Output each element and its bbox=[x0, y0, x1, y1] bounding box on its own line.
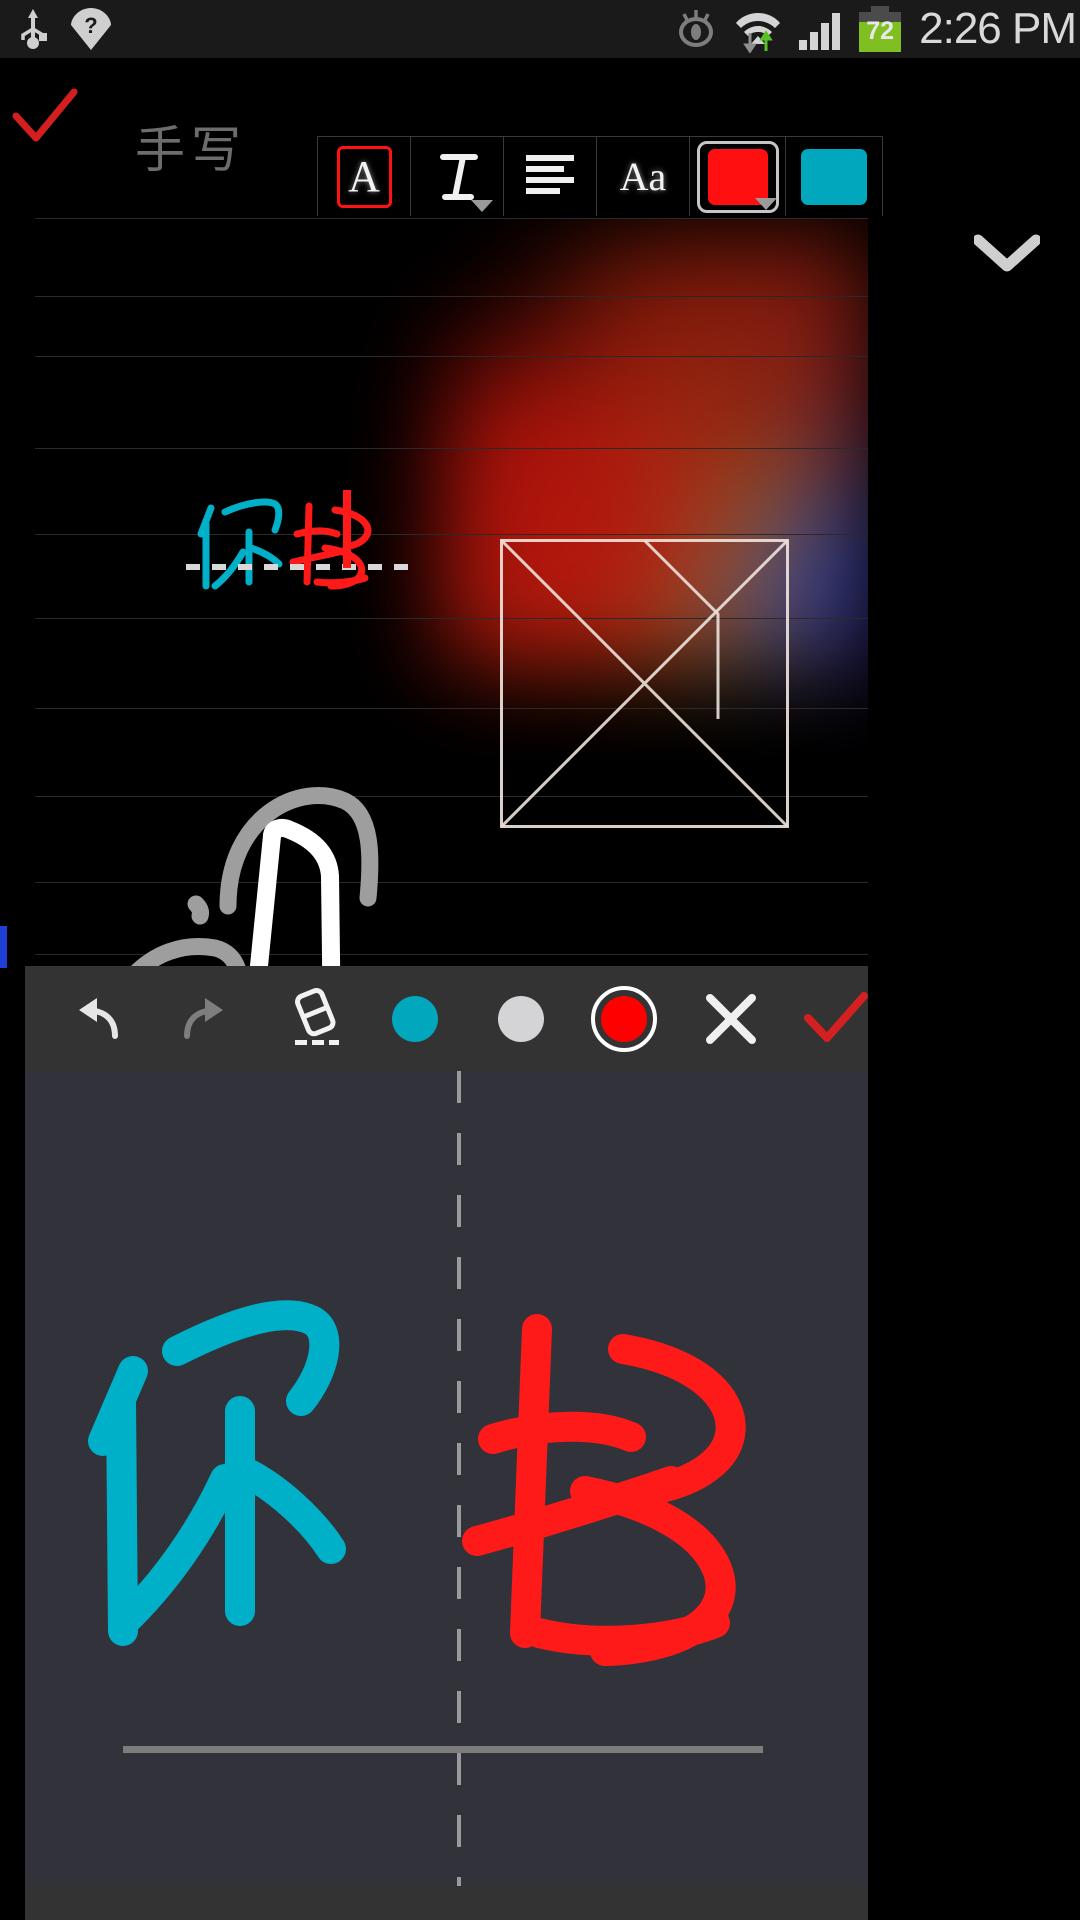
svg-text:?: ? bbox=[84, 13, 97, 38]
handwriting-canvas[interactable] bbox=[25, 1071, 868, 1886]
eye-icon bbox=[679, 10, 714, 47]
wifi-data-icon bbox=[736, 13, 781, 53]
redo-icon bbox=[183, 997, 223, 1039]
color-dot-icon bbox=[600, 995, 647, 1042]
font-size-label: Aa bbox=[619, 153, 667, 199]
color-dot-icon bbox=[391, 995, 438, 1042]
eraser-button[interactable] bbox=[263, 966, 368, 1071]
align-button[interactable] bbox=[504, 137, 597, 216]
note-page[interactable] bbox=[0, 218, 868, 968]
text-tool-group: A Aa bbox=[317, 136, 883, 216]
text-format-button[interactable] bbox=[411, 137, 504, 216]
selected-color-ring bbox=[590, 985, 657, 1052]
handwriting-baseline bbox=[123, 1746, 763, 1753]
page-left-marker bbox=[0, 926, 7, 968]
bottom-bar bbox=[25, 1886, 868, 1920]
color-dot-icon bbox=[497, 995, 544, 1042]
battery-icon: 72 bbox=[859, 6, 902, 52]
text-color-swatch bbox=[707, 148, 768, 205]
selected-outline bbox=[337, 146, 392, 208]
font-size-button[interactable]: Aa bbox=[597, 137, 690, 216]
status-bar[interactable]: ? 72 2:26 PM bbox=[0, 0, 1080, 58]
handwriting-toolbar bbox=[25, 966, 868, 1071]
highlight-color-swatch bbox=[801, 148, 867, 205]
battery-percent: 72 bbox=[866, 17, 895, 45]
toolbar-confirm-check-icon[interactable] bbox=[10, 82, 80, 152]
close-icon bbox=[705, 993, 756, 1044]
chevron-down-icon[interactable] bbox=[755, 198, 777, 210]
chevron-down-icon[interactable] bbox=[974, 234, 1040, 272]
chevron-down-icon[interactable] bbox=[471, 200, 493, 212]
undo-button[interactable] bbox=[43, 966, 148, 1071]
app-toolbar: 手写 A Aa bbox=[0, 58, 1080, 272]
handwriting-strokes bbox=[88, 1300, 746, 1666]
stroke-char-ni bbox=[88, 1300, 346, 1646]
handwriting-panel bbox=[25, 966, 868, 1886]
undo-icon bbox=[78, 997, 118, 1039]
clock: 2:26 PM bbox=[919, 4, 1077, 53]
cancel-button[interactable] bbox=[678, 966, 783, 1071]
confirm-button[interactable] bbox=[783, 966, 888, 1071]
color-cyan-button[interactable] bbox=[362, 966, 467, 1071]
text-color-button[interactable] bbox=[690, 137, 786, 216]
stroke-char-hao bbox=[462, 1314, 746, 1666]
italic-t-icon bbox=[440, 153, 478, 200]
color-white-button[interactable] bbox=[468, 966, 573, 1071]
page-title: 手写 bbox=[135, 121, 247, 179]
font-style-button[interactable]: A bbox=[318, 137, 411, 216]
align-lines-icon bbox=[526, 154, 574, 194]
signal-bars-icon bbox=[799, 13, 841, 50]
redo-button[interactable] bbox=[153, 966, 258, 1071]
status-bar-left-icons: ? bbox=[0, 6, 112, 52]
status-bar-right-icons: 72 2:26 PM bbox=[673, 5, 1080, 53]
hand-drawing-overlay bbox=[129, 787, 379, 968]
wifi-unknown-icon: ? bbox=[71, 8, 111, 50]
check-icon bbox=[803, 991, 868, 1042]
usb-icon bbox=[21, 9, 47, 49]
highlight-color-button[interactable] bbox=[786, 137, 882, 216]
eraser-icon bbox=[294, 987, 339, 1045]
color-red-button[interactable] bbox=[571, 966, 676, 1071]
